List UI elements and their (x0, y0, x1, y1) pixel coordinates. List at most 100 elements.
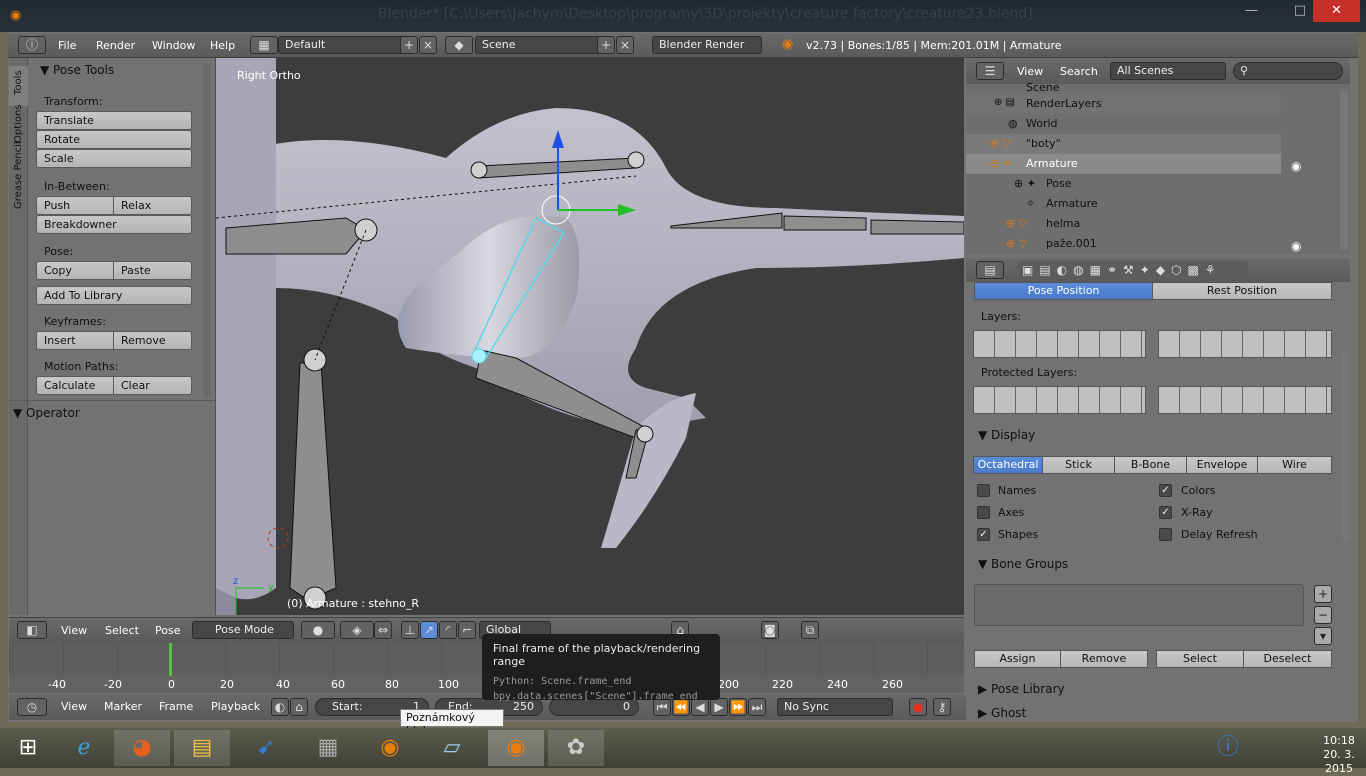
menu-window[interactable]: Window (152, 39, 195, 52)
menu-select[interactable]: Select (105, 624, 139, 637)
play-icon[interactable]: ▶ (710, 698, 728, 716)
outliner-item-armature-data[interactable]: ✧ Armature (966, 194, 1281, 214)
names-checkbox[interactable] (977, 484, 990, 497)
protected-layers-grid-1[interactable] (973, 386, 1146, 414)
minimize-button[interactable]: — (1239, 0, 1264, 22)
deselect-button[interactable]: Deselect (1243, 650, 1332, 668)
bone-group-menu-icon[interactable]: ▾ (1314, 627, 1332, 645)
translate-manip-icon[interactable]: ⊥ (401, 621, 419, 639)
axes-checkbox[interactable] (977, 506, 990, 519)
delay-refresh-checkbox[interactable] (1159, 528, 1172, 541)
editor-type-icon[interactable]: ⓘ (18, 36, 46, 54)
add-to-library-button[interactable]: Add To Library (36, 286, 192, 305)
gimp-icon[interactable]: ✿ (548, 730, 604, 766)
blender-active-icon[interactable]: ◉ (488, 730, 544, 766)
xray-checkbox[interactable]: ✓ (1159, 506, 1172, 519)
assign-button[interactable]: Assign (974, 650, 1061, 668)
add-layout-icon[interactable]: + (400, 36, 418, 54)
3d-viewport[interactable]: y z (216, 58, 964, 615)
file-explorer-icon[interactable]: ▤ (174, 730, 230, 766)
colors-checkbox[interactable]: ✓ (1159, 484, 1172, 497)
outliner-menu-view[interactable]: View (1017, 65, 1043, 78)
scene-field[interactable]: Scene (475, 36, 605, 54)
next-key-icon[interactable]: ⏩ (729, 698, 747, 716)
maximize-button[interactable]: □ (1290, 0, 1310, 22)
menu-pose[interactable]: Pose (155, 624, 180, 637)
outliner-item-armature[interactable]: ⊖ ✦ Armature (966, 154, 1281, 174)
copy-icon[interactable]: ⧉ (801, 621, 819, 639)
menu-file[interactable]: File (58, 39, 76, 52)
operator-panel-title[interactable]: ▼ Operator (13, 406, 80, 420)
protected-layers-grid-2[interactable] (1158, 386, 1332, 414)
menu-frame[interactable]: Frame (159, 700, 193, 713)
menu-marker[interactable]: Marker (104, 700, 142, 713)
layers-grid-1[interactable] (973, 330, 1146, 358)
scene-icon[interactable]: ◆ (445, 36, 473, 54)
pose-manip-icon[interactable]: ⌐ (458, 621, 476, 639)
shapes-checkbox[interactable]: ✓ (977, 528, 990, 541)
layers-grid-2[interactable] (1158, 330, 1332, 358)
properties-editor-icon[interactable]: ▤ (976, 261, 1004, 279)
display-panel-title[interactable]: ▼ Display (978, 428, 1035, 442)
tool-shelf-scrollbar[interactable] (203, 64, 211, 398)
tab-grease-pencil[interactable]: Grease Pencil (9, 141, 28, 238)
system-clock[interactable]: 10:18 20. 3. 2015 (1312, 734, 1366, 776)
menu-render[interactable]: Render (96, 39, 135, 52)
tab-tools[interactable]: Tools (9, 66, 28, 106)
outliner-item-renderlayers[interactable]: ⊕ ▤ RenderLayers (966, 94, 1281, 114)
outliner-item-boty[interactable]: ⊕ ▽ "boty" (966, 134, 1281, 154)
clear-button[interactable]: Clear (113, 376, 192, 395)
layout-icon[interactable]: ▦ (250, 36, 278, 54)
bone-groups-list[interactable] (974, 584, 1304, 626)
scale-button[interactable]: Scale (36, 149, 192, 168)
render-engine-select[interactable]: Blender Render (652, 36, 762, 54)
shading-icon[interactable]: ● (301, 621, 335, 639)
outliner-item-helma[interactable]: ⊕ ▽ helma (966, 214, 1281, 234)
remove-bone-group-icon[interactable]: − (1314, 606, 1332, 624)
breakdowner-button[interactable]: Breakdowner (36, 215, 192, 234)
manipulator-toggle-icon[interactable]: ⇔ (374, 621, 392, 639)
rocket-icon[interactable]: ➹ (238, 730, 294, 766)
firefox-icon[interactable]: ◕ (114, 730, 170, 766)
display-envelope[interactable]: Envelope (1186, 456, 1258, 474)
preview-range-icon[interactable]: ◐ (271, 698, 289, 716)
close-button[interactable]: ✕ (1313, 0, 1360, 22)
menu-view[interactable]: View (61, 624, 87, 637)
copy-pose-button[interactable]: Copy (36, 261, 114, 280)
remove-button[interactable]: Remove (1060, 650, 1148, 668)
pose-library-panel-title[interactable]: ▶ Pose Library (978, 682, 1065, 696)
outliner-scrollbar[interactable] (1340, 90, 1348, 250)
add-scene-icon[interactable]: + (597, 36, 615, 54)
keying-set-icon[interactable]: ⚷ (933, 698, 951, 716)
render-icon[interactable]: ◙ (761, 621, 779, 639)
select-button[interactable]: Select (1156, 650, 1244, 668)
remove-keyframe-button[interactable]: Remove (113, 331, 192, 350)
rotate-manip-icon[interactable]: ↗ (420, 621, 438, 639)
scale-manip-icon[interactable]: ◜ (439, 621, 457, 639)
remove-scene-icon[interactable]: × (616, 36, 634, 54)
outliner-item-world[interactable]: ◍ World (966, 114, 1281, 134)
properties-scrollbar[interactable] (1342, 352, 1348, 542)
relax-button[interactable]: Relax (113, 196, 192, 215)
sync-select[interactable]: No Sync (777, 698, 893, 716)
calculator-icon[interactable]: ▦ (300, 730, 356, 766)
property-context-tabs[interactable]: ▣▤◐◍▦⚭⚒✦◆⬡▩⚘ (1018, 261, 1248, 279)
outliner-item-paze[interactable]: ⊕ ▽ paže.001 (966, 234, 1281, 254)
translate-button[interactable]: Translate (36, 111, 192, 130)
display-bbone[interactable]: B-Bone (1114, 456, 1187, 474)
menu-view[interactable]: View (61, 700, 87, 713)
menu-help[interactable]: Help (210, 39, 235, 52)
push-button[interactable]: Push (36, 196, 114, 215)
jump-end-icon[interactable]: ⏭ (748, 698, 766, 716)
internet-explorer-icon[interactable]: ℯ (56, 730, 112, 766)
rotate-button[interactable]: Rotate (36, 130, 192, 149)
calculate-button[interactable]: Calculate (36, 376, 114, 395)
ghost-panel-title[interactable]: ▶ Ghost (978, 706, 1026, 720)
info-tray-icon[interactable]: ⓘ (1200, 730, 1256, 766)
add-bone-group-icon[interactable]: + (1314, 585, 1332, 603)
visibility-eye-icon[interactable]: ◉ (1291, 239, 1301, 253)
visibility-eye-icon[interactable]: ◉ (1291, 159, 1301, 173)
pivot-icon[interactable]: ◈ (340, 621, 374, 639)
display-wire[interactable]: Wire (1257, 456, 1332, 474)
display-octahedral[interactable]: Octahedral (973, 456, 1043, 474)
